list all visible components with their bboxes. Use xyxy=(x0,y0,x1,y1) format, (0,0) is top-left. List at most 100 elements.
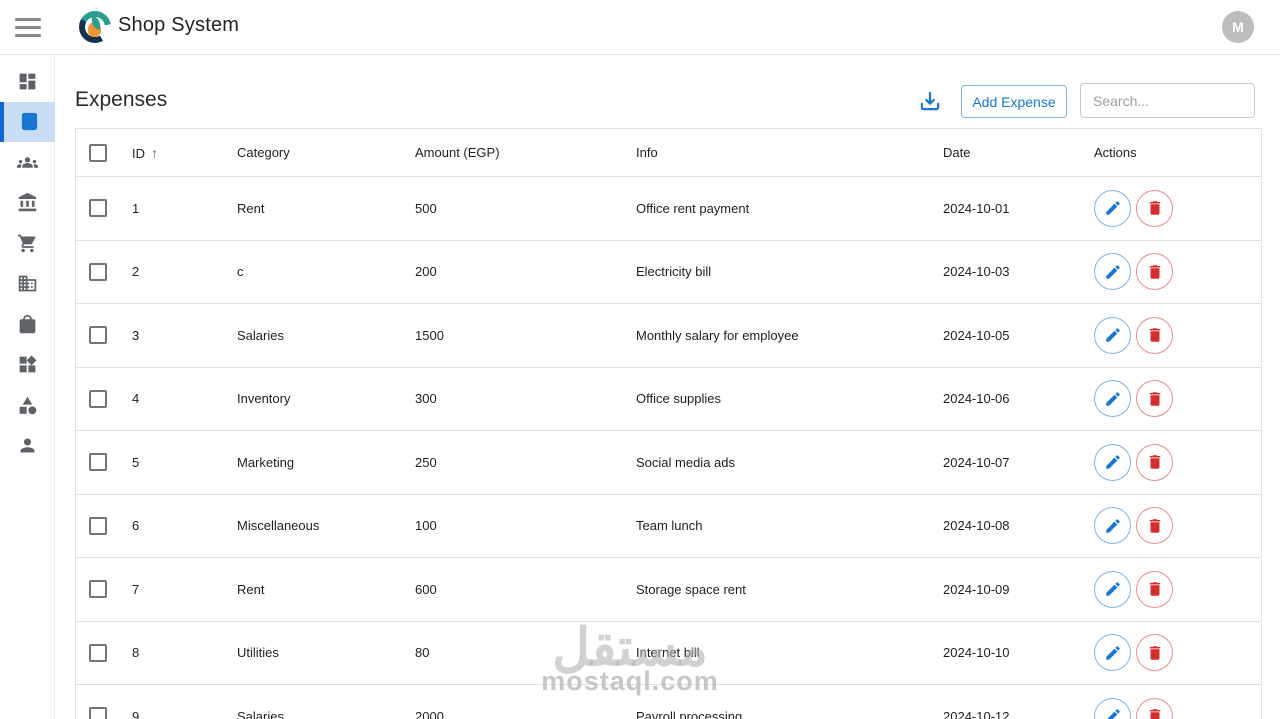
cell-info: Team lunch xyxy=(636,518,703,534)
trash-icon xyxy=(1149,201,1160,215)
delete-button[interactable] xyxy=(1136,443,1173,481)
table-row: 7 Rent 600 Storage space rent 2024-10-09 xyxy=(76,558,1261,622)
cell-category: Salaries xyxy=(237,327,284,343)
column-header-date[interactable]: Date xyxy=(943,145,1094,160)
edit-button[interactable] xyxy=(1094,697,1131,719)
cell-info: Office supplies xyxy=(636,391,722,407)
column-header-category[interactable]: Category xyxy=(237,145,415,160)
row-checkbox[interactable] xyxy=(89,326,107,345)
trash-icon xyxy=(1149,646,1160,660)
delete-button[interactable] xyxy=(1136,697,1173,719)
row-checkbox[interactable] xyxy=(89,707,107,719)
widgets-icon xyxy=(19,355,37,373)
cell-category: Rent xyxy=(237,200,265,216)
trash-icon xyxy=(1149,265,1160,279)
expenses-table: ID ↑ Category Amount (EGP) Info Date Acti… xyxy=(75,128,1262,719)
row-checkbox[interactable] xyxy=(89,199,107,218)
groups-icon xyxy=(17,157,38,168)
trash-icon xyxy=(1149,582,1160,596)
search-input[interactable] xyxy=(1080,83,1255,118)
column-header-info[interactable]: Info xyxy=(636,145,943,160)
cell-id: 3 xyxy=(132,327,140,343)
cell-info: Payroll processing xyxy=(636,708,743,719)
export-button[interactable] xyxy=(916,88,944,116)
add-expense-button[interactable]: Add Expense xyxy=(961,85,1067,118)
sidebar-item-company[interactable] xyxy=(0,264,55,305)
delete-button[interactable] xyxy=(1136,316,1173,354)
table-row: 5 Marketing 250 Social media ads 2024-10… xyxy=(76,431,1261,495)
menu-icon[interactable] xyxy=(15,18,41,37)
edit-button[interactable] xyxy=(1094,634,1131,672)
delete-button[interactable] xyxy=(1136,253,1173,291)
cell-category: c xyxy=(237,264,244,280)
table-row: 6 Miscellaneous 100 Team lunch 2024-10-0… xyxy=(76,494,1261,558)
cell-date: 2024-10-09 xyxy=(943,581,1010,597)
delete-button[interactable] xyxy=(1136,507,1173,545)
pencil-icon xyxy=(1105,391,1120,406)
cell-amount: 300 xyxy=(415,391,437,407)
sidebar-item-bank[interactable] xyxy=(0,183,55,224)
app-title: Shop System xyxy=(118,14,240,36)
calculator-icon xyxy=(21,113,38,131)
edit-button[interactable] xyxy=(1094,189,1131,227)
delete-button[interactable] xyxy=(1136,189,1173,227)
pencil-icon xyxy=(1105,645,1120,660)
edit-button[interactable] xyxy=(1094,570,1131,608)
trash-icon xyxy=(1149,455,1160,469)
building-icon xyxy=(18,275,37,292)
app-logo xyxy=(79,11,111,43)
trash-icon xyxy=(1149,392,1160,406)
sidebar-item-products[interactable] xyxy=(0,304,55,345)
cell-date: 2024-10-05 xyxy=(943,327,1010,343)
cell-amount: 2000 xyxy=(415,708,444,719)
cell-category: Rent xyxy=(237,581,265,597)
select-all-checkbox[interactable] xyxy=(89,143,107,162)
table-row: 2 c 200 Electricity bill 2024-10-03 xyxy=(76,240,1261,304)
edit-button[interactable] xyxy=(1094,316,1131,354)
sort-asc-icon[interactable]: ↑ xyxy=(151,145,158,161)
edit-button[interactable] xyxy=(1094,443,1131,481)
row-checkbox[interactable] xyxy=(89,262,107,281)
edit-button[interactable] xyxy=(1094,253,1131,291)
sidebar-item-customers[interactable] xyxy=(0,142,55,183)
delete-button[interactable] xyxy=(1136,380,1173,418)
trash-icon xyxy=(1149,519,1160,533)
cell-info: Office rent payment xyxy=(636,200,750,216)
app-bar: Shop System M xyxy=(0,0,1280,55)
row-checkbox[interactable] xyxy=(89,389,107,408)
sidebar-item-expenses[interactable] xyxy=(0,101,55,142)
delete-button[interactable] xyxy=(1136,634,1173,672)
row-checkbox[interactable] xyxy=(89,453,107,472)
cell-id: 1 xyxy=(132,200,140,216)
sidebar-item-categories[interactable] xyxy=(0,385,55,426)
row-checkbox[interactable] xyxy=(89,516,107,535)
bank-icon xyxy=(18,193,37,212)
cell-amount: 1500 xyxy=(415,327,444,343)
sidebar-item-purchases[interactable] xyxy=(0,223,55,264)
edit-button[interactable] xyxy=(1094,507,1131,545)
cell-amount: 250 xyxy=(415,454,437,470)
column-header-amount[interactable]: Amount (EGP) xyxy=(415,145,636,160)
pencil-icon xyxy=(1105,518,1120,533)
row-checkbox[interactable] xyxy=(89,643,107,662)
table-row: 8 Utilities 80 Internet bill 2024-10-10 xyxy=(76,621,1261,685)
row-checkbox[interactable] xyxy=(89,580,107,599)
cell-category: Miscellaneous xyxy=(237,518,320,534)
cell-info: Storage space rent xyxy=(636,581,746,597)
pencil-icon xyxy=(1105,582,1120,596)
cell-amount: 200 xyxy=(415,264,437,280)
edit-button[interactable] xyxy=(1094,380,1131,418)
column-header-id[interactable]: ID ↑ xyxy=(132,145,237,161)
pencil-icon xyxy=(1105,328,1120,342)
table-body: 1 Rent 500 Office rent payment 2024-10-0… xyxy=(76,177,1261,719)
cell-amount: 600 xyxy=(415,581,437,597)
cell-category: Salaries xyxy=(237,708,284,719)
cell-id: 7 xyxy=(132,581,140,597)
sidebar-item-dashboard[interactable] xyxy=(0,61,55,102)
sidebar-item-widgets[interactable] xyxy=(0,345,55,386)
cell-info: Internet bill xyxy=(636,645,700,661)
user-avatar[interactable]: M xyxy=(1222,11,1254,43)
sidebar-item-profile[interactable] xyxy=(0,426,55,467)
table-header-row: ID ↑ Category Amount (EGP) Info Date Acti… xyxy=(76,129,1261,177)
delete-button[interactable] xyxy=(1136,570,1173,608)
